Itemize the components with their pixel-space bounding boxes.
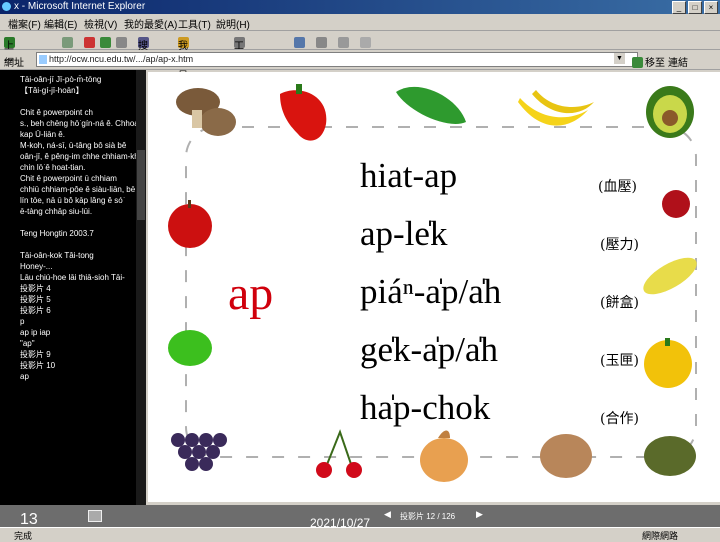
menu-file[interactable]: 檔案(F) [8, 16, 41, 31]
edit-icon [338, 37, 349, 48]
links-button[interactable]: 連結 [668, 54, 688, 69]
outline-line[interactable]: lín tōe, nā ū bô kāp lâng ê só͘ [10, 195, 146, 206]
avocado-icon [646, 86, 694, 138]
outline-line[interactable]: p [10, 316, 146, 327]
outline-line[interactable]: Tāi-oân-kok Tâi-tong [10, 250, 146, 261]
notes-icon[interactable] [88, 510, 102, 522]
word-gloss: (玉匣) [600, 353, 639, 369]
menu-help[interactable]: 說明(H) [216, 16, 250, 31]
go-arrow-icon [632, 57, 643, 68]
outline-line[interactable] [10, 96, 146, 107]
outline-line[interactable]: 【Tâi-gí-jī-hoān】 [10, 85, 146, 96]
go-button[interactable]: 移至 [632, 54, 665, 69]
outline-line[interactable]: Honey-... [10, 261, 146, 272]
status-text: 完成 [14, 531, 33, 541]
outline-line[interactable]: kap Ū-liān ê. [10, 129, 146, 140]
grapes-icon [171, 433, 227, 471]
mail-icon [294, 37, 305, 48]
print-icon [316, 37, 327, 48]
word-gloss: (血壓) [598, 179, 637, 195]
close-button[interactable]: × [704, 1, 718, 14]
address-input[interactable]: http://ocw.ncu.edu.tw/.../ap/ap-x.htm [36, 52, 638, 67]
toolbar: 上一頁 搜尋 我的最愛 工具 [0, 31, 720, 97]
lime-icon [168, 330, 212, 366]
outline-line[interactable]: Chit ê powerpoint ū chhiam [10, 173, 146, 184]
word-romanization: hiat-ap [360, 156, 458, 195]
title-bar: x - Microsoft Internet Explorer _ □ × [0, 0, 720, 14]
outline-line[interactable]: ap ip iap [10, 327, 146, 338]
discuss-icon [360, 37, 371, 48]
outline-line[interactable]: 投影片 6 [10, 305, 146, 316]
outline-line[interactable]: ē-tàng chhāp siu-lūi. [10, 206, 146, 217]
status-bar: 完成 網際網路 [0, 527, 720, 541]
word-gloss: (壓力) [600, 237, 639, 253]
window-controls: _ □ × [672, 1, 718, 14]
outline-line[interactable]: 投影片 10 [10, 360, 146, 371]
word-item: piáⁿ-a̍p/a̍h (餅盒) [360, 272, 720, 328]
menu-favorites[interactable]: 我的最愛(A) [124, 16, 177, 31]
word-romanization: ap-le̍k [360, 214, 448, 253]
word-romanization: ha̍p-chok [360, 388, 491, 427]
slide-outline-pane: Tāi-oân-jī Jī-pò-m̄-tōng 【Tâi-gí-jī-hoān】… [0, 70, 146, 505]
word-gloss: (合作) [600, 411, 639, 427]
refresh-icon [100, 37, 111, 48]
outline-line[interactable]: chhiū chhiam-pôe ê siàu-liān, bē [10, 184, 146, 195]
outline-line[interactable]: Tāi-oân-jī Jī-pò-m̄-tōng [10, 74, 146, 85]
page-icon [39, 55, 47, 64]
outline-line[interactable]: Chit ê powerpoint ch [10, 107, 146, 118]
menu-tools[interactable]: 工具(T) [178, 16, 211, 31]
mushroom-icon [176, 88, 236, 136]
address-bar: 網址 http://ocw.ncu.edu.tw/.../ap/ap-x.htm… [0, 50, 720, 70]
outline-line[interactable]: 投影片 5 [10, 294, 146, 305]
address-dropdown-icon[interactable]: ▼ [614, 53, 625, 64]
outline-line[interactable]: s., beh chēng hō͘ gín-ná ê. Chhoán [10, 118, 146, 129]
maximize-button[interactable]: □ [688, 1, 702, 14]
outline-scroll-thumb[interactable] [137, 150, 145, 220]
slide-page-info: 投影片 12 / 126 [400, 512, 456, 521]
apple-icon [168, 200, 212, 248]
outline-line[interactable] [10, 217, 146, 228]
internet-zone: 網際網路 [642, 531, 679, 541]
word-item: ge̍k-a̍p/a̍h (玉匣) [360, 330, 720, 386]
window-title: x - Microsoft Internet Explorer [14, 1, 146, 12]
word-item: ap-le̍k (壓力) [360, 214, 720, 270]
outline-line[interactable]: oân-jī, ê pêng-im chhe chhiam-kh [10, 151, 146, 162]
outline-line[interactable]: M-koh, ná-sī, ū-tâng bô sià bê [10, 140, 146, 151]
outline-line[interactable]: Lāu chiú-hoe lāi thiā-sioh Tāi- [10, 272, 146, 283]
outline-line[interactable] [10, 239, 146, 250]
word-romanization: piáⁿ-a̍p/a̍h [360, 272, 502, 311]
minimize-button[interactable]: _ [672, 1, 686, 14]
stop-icon [84, 37, 95, 48]
outline-line[interactable]: 投影片 9 [10, 349, 146, 360]
home-icon [116, 37, 127, 48]
outline-line[interactable]: Teng Hongtin 2003.7 [10, 228, 146, 239]
address-label: 網址 [4, 58, 24, 69]
outline-line[interactable]: ap [10, 371, 146, 382]
ie-icon [2, 2, 11, 11]
outline-line[interactable]: chin lō͘ ê hoat-tian. [10, 162, 146, 173]
menu-view[interactable]: 檢視(V) [84, 16, 117, 31]
outline-line[interactable]: 投影片 4 [10, 283, 146, 294]
word-item: ha̍p-chok (合作) [360, 388, 720, 444]
outline-line[interactable]: "ap" [10, 338, 146, 349]
menu-bar: 檔案(F) 編輯(E) 檢視(V) 我的最愛(A) 工具(T) 說明(H) [0, 14, 720, 31]
menu-edit[interactable]: 編輯(E) [44, 16, 77, 31]
red-pepper-icon [280, 84, 327, 141]
word-romanization: ge̍k-a̍p/a̍h [360, 330, 498, 369]
next-slide-button[interactable]: ▶ [476, 509, 483, 520]
slide-canvas: ap hiat-ap (血壓) ap-le̍k (壓力) piáⁿ-a̍p/a̍… [148, 72, 720, 502]
cherry-icon [316, 429, 362, 478]
banana-icon [518, 90, 594, 126]
forward-arrow-icon [62, 37, 73, 48]
bitter-melon-icon [396, 86, 466, 124]
word-gloss: (餅盒) [600, 295, 639, 311]
prev-slide-button[interactable]: ◀ [384, 509, 391, 520]
word-item: hiat-ap (血壓) [360, 156, 720, 212]
main-word: ap [228, 267, 274, 320]
outline-scrollbar[interactable] [136, 70, 146, 505]
outline-lines: Tāi-oân-jī Jī-pò-m̄-tōng 【Tâi-gí-jī-hoān】… [0, 70, 146, 382]
